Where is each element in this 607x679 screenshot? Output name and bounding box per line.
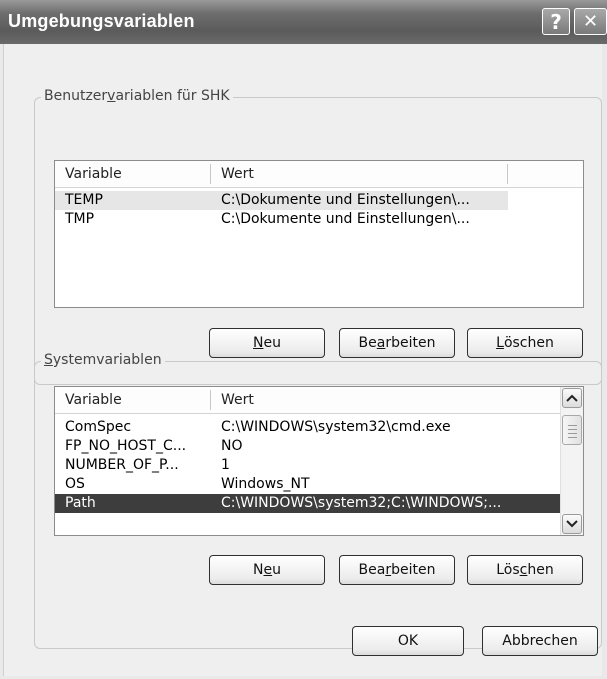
variable-value: Windows_NT xyxy=(221,476,310,492)
dialog-client-area: Benutzervariablen für SHK Variable Wert … xyxy=(3,44,602,676)
cancel-button[interactable]: Abbrechen xyxy=(482,626,598,656)
variable-name: ComSpec xyxy=(65,419,132,435)
system-edit-button[interactable]: Bea r beiten xyxy=(339,555,455,585)
column-header-value[interactable]: Wert xyxy=(211,161,507,187)
label-part: öschen xyxy=(503,335,554,351)
label-accelerator: L xyxy=(496,335,504,351)
variable-value: C:\WINDOWS\system32;C:\WINDOWS;... xyxy=(221,495,502,511)
column-label: Variable xyxy=(65,392,122,408)
vertical-scrollbar[interactable] xyxy=(560,387,583,535)
chevron-up-icon xyxy=(566,394,578,402)
label-part: eu xyxy=(263,335,281,351)
label-part: hen xyxy=(527,562,554,578)
scroll-down-button[interactable] xyxy=(562,514,582,534)
column-label: Variable xyxy=(65,166,122,182)
user-variables-list[interactable]: Variable Wert TEMP C:\Dokumente und Eins… xyxy=(54,160,584,308)
variable-name: Path xyxy=(65,495,96,511)
list-row-number-of-processors[interactable]: NUMBER_OF_P... 1 xyxy=(55,456,560,475)
list-header: Variable Wert xyxy=(55,161,583,188)
system-variables-group: Systemvariablen Variable Wert ComSpec C:… xyxy=(34,352,602,649)
user-variables-group: Benutzervariablen für SHK Variable Wert … xyxy=(34,88,602,385)
user-delete-button[interactable]: Löschen xyxy=(467,328,583,358)
system-delete-button[interactable]: Lös c hen xyxy=(467,555,583,585)
label-part: rbeiten xyxy=(385,335,436,351)
variable-value: C:\Dokumente und Einstellungen\... xyxy=(221,192,470,208)
label-part: Lös xyxy=(496,562,520,578)
system-new-button[interactable]: Neu xyxy=(209,555,325,585)
variable-value: 1 xyxy=(221,457,230,473)
window-title: Umgebungsvariablen xyxy=(8,11,195,31)
list-row-path[interactable]: Path C:\WINDOWS\system32;C:\WINDOWS;... xyxy=(55,494,560,513)
variable-value: C:\Dokumente und Einstellungen\... xyxy=(221,211,470,227)
label-accelerator: c xyxy=(519,562,528,578)
close-icon: ✕ xyxy=(582,11,599,32)
label-part: N xyxy=(253,562,264,578)
help-button[interactable]: ? xyxy=(542,8,570,35)
system-variables-list[interactable]: Variable Wert ComSpec C:\WINDOWS\system3… xyxy=(54,386,584,536)
user-new-button[interactable]: Neu xyxy=(209,328,325,358)
label-accelerator: N xyxy=(253,335,264,351)
column-header-value[interactable]: Wert xyxy=(211,387,551,413)
legend-text: ariablen für SHK xyxy=(115,88,230,104)
label-part: Be xyxy=(358,335,377,351)
list-row-os[interactable]: OS Windows_NT xyxy=(55,475,560,494)
close-button[interactable]: ✕ xyxy=(574,8,607,35)
environment-variables-dialog: Umgebungsvariablen ? ✕ Benutzervariablen… xyxy=(0,0,607,679)
label-accelerator: a xyxy=(376,335,386,351)
ok-label: OK xyxy=(397,633,419,649)
legend-text: ystemvariablen xyxy=(52,352,162,368)
chevron-down-icon xyxy=(566,520,578,528)
user-edit-button[interactable]: Be a rbeiten xyxy=(339,328,455,358)
label-part: u xyxy=(272,562,281,578)
legend-accelerator: S xyxy=(44,352,53,368)
title-bar[interactable]: Umgebungsvariablen ? ✕ xyxy=(0,0,607,44)
variable-name: TMP xyxy=(65,211,95,227)
column-header-variable[interactable]: Variable xyxy=(55,161,210,187)
column-label: Wert xyxy=(221,166,254,182)
column-label: Wert xyxy=(221,392,254,408)
scroll-thumb[interactable] xyxy=(562,415,582,445)
variable-name: TEMP xyxy=(65,192,103,208)
ok-button[interactable]: OK xyxy=(352,626,464,656)
variable-value: NO xyxy=(221,438,243,454)
variable-name: FP_NO_HOST_C... xyxy=(65,438,187,454)
variable-name: OS xyxy=(65,476,85,492)
system-variables-legend: Systemvariablen xyxy=(41,352,165,368)
scroll-up-button[interactable] xyxy=(562,388,582,408)
variable-value: C:\WINDOWS\system32\cmd.exe xyxy=(221,419,451,435)
help-icon: ? xyxy=(550,9,562,34)
list-row-temp[interactable]: TEMP C:\Dokumente und Einstellungen\... xyxy=(55,191,508,210)
user-variables-legend: Benutzervariablen für SHK xyxy=(41,88,233,104)
list-header: Variable Wert xyxy=(55,387,560,414)
list-row-fp-no-host[interactable]: FP_NO_HOST_C... NO xyxy=(55,437,560,456)
legend-text: Benutzer xyxy=(44,88,108,104)
variable-name: NUMBER_OF_P... xyxy=(65,457,179,473)
list-row-tmp[interactable]: TMP C:\Dokumente und Einstellungen\... xyxy=(55,210,508,229)
label-part: beiten xyxy=(391,562,436,578)
cancel-label: Abbrechen xyxy=(502,633,578,649)
label-accelerator: e xyxy=(263,562,273,578)
column-divider[interactable] xyxy=(507,164,508,184)
column-header-variable[interactable]: Variable xyxy=(55,387,210,413)
list-row-comspec[interactable]: ComSpec C:\WINDOWS\system32\cmd.exe xyxy=(55,418,560,437)
label-part: Bea xyxy=(358,562,386,578)
